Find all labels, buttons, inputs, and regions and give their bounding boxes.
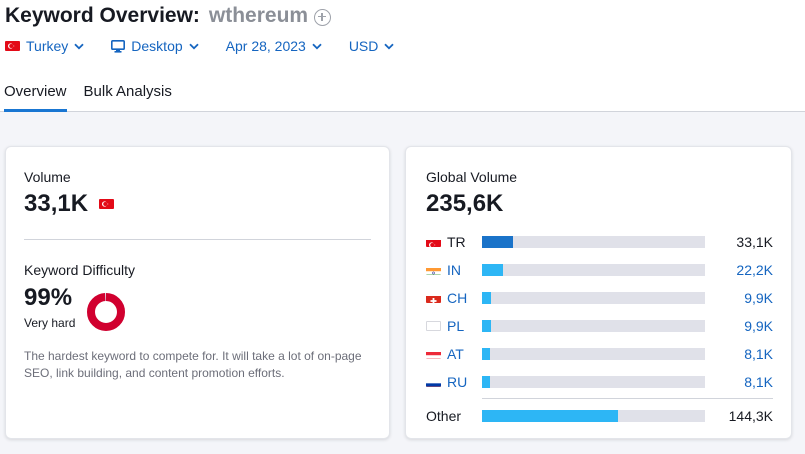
country-code: TR bbox=[447, 234, 466, 250]
add-to-list-icon[interactable] bbox=[314, 8, 332, 26]
volume-bar-fill bbox=[482, 236, 514, 248]
currency-selector[interactable]: USD bbox=[349, 38, 395, 54]
kd-donut-chart bbox=[87, 293, 125, 331]
volume-bar-track bbox=[482, 320, 705, 332]
country-volume: 9,9K bbox=[744, 290, 773, 306]
country-row-other: Other 144,3K bbox=[426, 408, 773, 424]
country-volume: 9,9K bbox=[744, 318, 773, 334]
tab-bulk-analysis[interactable]: Bulk Analysis bbox=[84, 80, 172, 112]
device-selector[interactable]: Desktop bbox=[111, 38, 199, 54]
country-code: RU bbox=[447, 374, 468, 390]
header-bar: Keyword Overview: wthereum Turkey Deskto… bbox=[0, 0, 805, 112]
country-code: IN bbox=[447, 262, 461, 278]
country-code: PL bbox=[447, 318, 465, 334]
date-selector[interactable]: Apr 28, 2023 bbox=[226, 38, 322, 54]
india-flag-icon bbox=[426, 265, 441, 275]
kd-level: Very hard bbox=[24, 316, 76, 330]
country-code: CH bbox=[447, 290, 468, 306]
volume-number: 33,1K bbox=[24, 190, 89, 217]
russia-flag-icon bbox=[426, 377, 441, 387]
country-label: Turkey bbox=[26, 38, 69, 54]
volume-bar-fill bbox=[482, 410, 619, 422]
volume-bar-track bbox=[482, 236, 705, 248]
title-row: Keyword Overview: wthereum bbox=[5, 3, 332, 29]
turkey-flag-icon bbox=[98, 188, 114, 216]
country-volume: 8,1K bbox=[744, 346, 773, 362]
country-volume: 33,1K bbox=[736, 234, 773, 250]
chevron-down-icon bbox=[189, 43, 199, 50]
volume-bar-track bbox=[482, 410, 705, 422]
volume-card: Volume 33,1K Keyword Difficulty 99% Very… bbox=[5, 146, 390, 439]
turkey-flag-icon bbox=[5, 41, 20, 51]
tab-overview[interactable]: Overview bbox=[4, 80, 67, 112]
country-row-ru[interactable]: RU 8,1K bbox=[426, 374, 773, 390]
desktop-icon bbox=[111, 39, 126, 53]
volume-bar-track bbox=[482, 292, 705, 304]
tab-bar: Overview Bulk Analysis bbox=[4, 80, 189, 112]
global-volume-label: Global Volume bbox=[426, 169, 518, 185]
chevron-down-icon bbox=[312, 43, 322, 50]
kd-description: The hardest keyword to compete for. It w… bbox=[24, 349, 362, 380]
card-divider bbox=[24, 239, 371, 240]
kd-label: Keyword Difficulty bbox=[24, 262, 136, 278]
other-divider bbox=[482, 398, 773, 399]
global-volume-value: 235,6K bbox=[426, 190, 504, 217]
poland-flag-icon bbox=[426, 321, 441, 331]
volume-bar-fill bbox=[482, 348, 490, 360]
volume-bar-track bbox=[482, 264, 705, 276]
volume-bar-fill bbox=[482, 320, 492, 332]
filter-bar: Turkey Desktop Apr 28, 2023 USD bbox=[5, 36, 421, 56]
country-row-ch[interactable]: CH 9,9K bbox=[426, 290, 773, 306]
other-volume: 144,3K bbox=[728, 408, 773, 424]
kd-donut-arc bbox=[87, 293, 125, 331]
country-row-in[interactable]: IN 22,2K bbox=[426, 262, 773, 278]
country-volume: 8,1K bbox=[744, 374, 773, 390]
country-row-at[interactable]: AT 8,1K bbox=[426, 346, 773, 362]
country-row-tr: TR 33,1K bbox=[426, 234, 773, 250]
page-title: Keyword Overview: bbox=[5, 4, 200, 27]
date-label: Apr 28, 2023 bbox=[225, 38, 306, 54]
turkey-flag-icon bbox=[426, 237, 441, 247]
chevron-down-icon bbox=[74, 43, 84, 50]
austria-flag-icon bbox=[426, 349, 441, 359]
kd-row: 99% Very hard bbox=[24, 284, 125, 331]
device-label: Desktop bbox=[131, 38, 183, 54]
country-volume: 22,2K bbox=[736, 262, 773, 278]
country-code: AT bbox=[447, 346, 464, 362]
volume-bar-fill bbox=[482, 376, 490, 388]
volume-bar-track bbox=[482, 348, 705, 360]
chevron-down-icon bbox=[384, 43, 395, 50]
global-volume-card: Global Volume 235,6K TR 33,1K IN 22,2K C… bbox=[405, 146, 792, 439]
other-label: Other bbox=[426, 408, 462, 424]
keyword-title: wthereum bbox=[208, 4, 309, 27]
volume-bar-fill bbox=[482, 264, 503, 276]
currency-label: USD bbox=[348, 38, 379, 54]
kd-value: 99% bbox=[24, 284, 73, 311]
volume-bar-track bbox=[482, 376, 705, 388]
country-selector[interactable]: Turkey bbox=[5, 38, 84, 54]
volume-label: Volume bbox=[24, 169, 71, 185]
country-row-pl[interactable]: PL 9,9K bbox=[426, 318, 773, 334]
volume-value: 33,1K bbox=[24, 190, 114, 219]
kd-text: 99% Very hard bbox=[24, 284, 75, 330]
volume-bar-fill bbox=[482, 292, 492, 304]
switzerland-flag-icon bbox=[426, 293, 441, 303]
